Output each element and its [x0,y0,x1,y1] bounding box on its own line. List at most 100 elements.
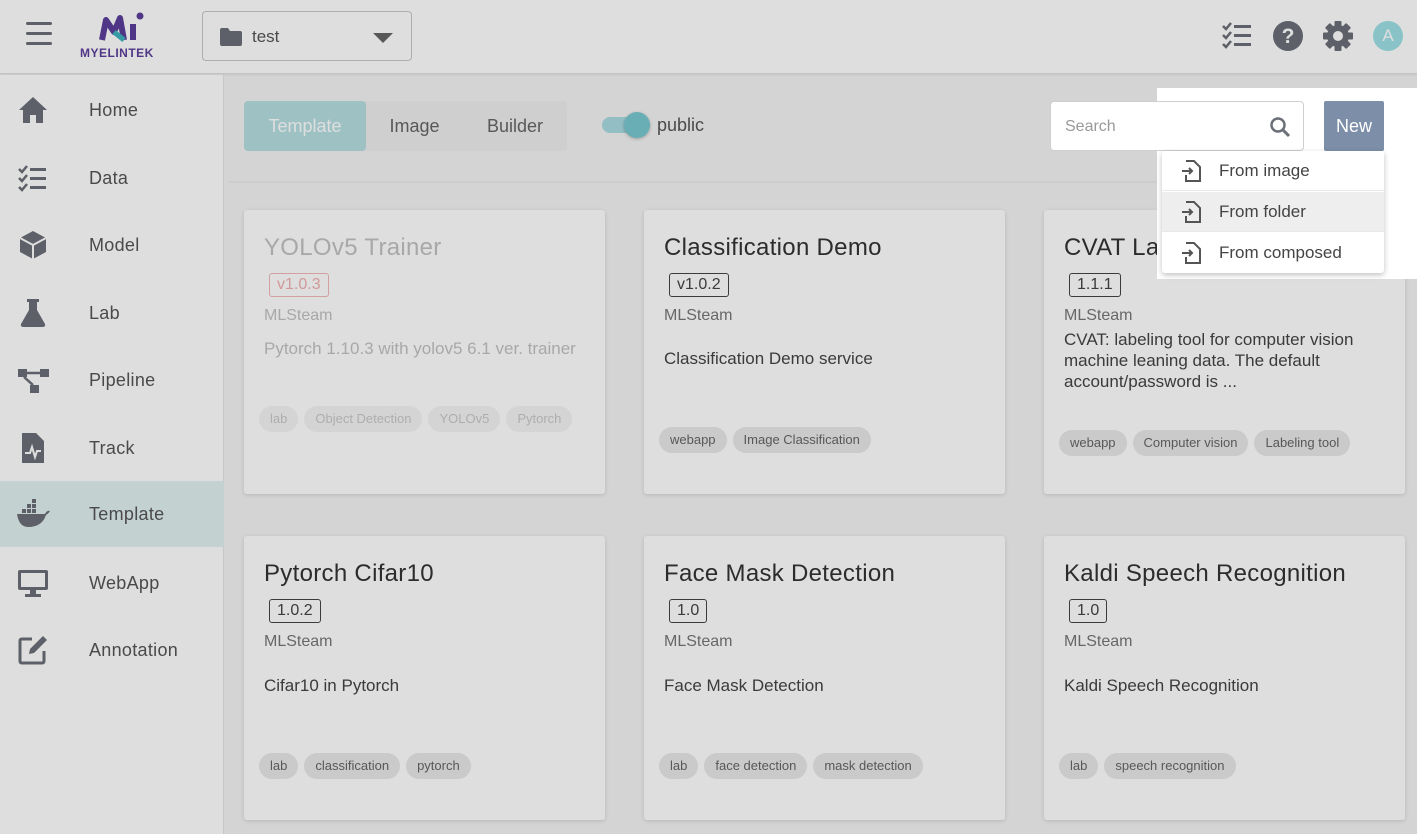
sidebar-item-annotation[interactable]: Annotation [0,617,224,683]
edit-icon [18,636,47,665]
tag[interactable]: face detection [704,753,808,779]
sidebar-item-lab[interactable]: Lab [0,280,224,346]
tag[interactable]: pytorch [406,753,471,779]
tag[interactable]: lab [1059,753,1099,779]
version-badge: v1.0.3 [269,273,329,297]
card-description: Classification Demo service [664,349,873,368]
sidebar-item-template[interactable]: Template [0,481,224,547]
version-badge: 1.0.2 [269,599,321,623]
tag[interactable]: Object Detection [304,406,423,432]
toggle-knob [624,112,650,138]
card-author: MLSteam [264,307,333,324]
sidebar-item-track[interactable]: Track [0,415,224,481]
home-icon [19,97,47,123]
tag[interactable]: lab [659,753,699,779]
pipeline-icon [18,369,49,393]
chevron-down-icon [373,33,393,43]
public-toggle-label: public [657,115,705,135]
logo-mark [99,12,144,42]
sidebar-item-label: Model [89,235,140,255]
tag[interactable]: classification [304,753,401,779]
sidebar-item-label: Home [89,100,139,120]
menu-item-label: From composed [1219,243,1342,262]
tag-list: lab Object Detection YOLOv5 Pytorch [259,406,599,448]
tag[interactable]: lab [259,406,299,432]
sidebar: Home Data Model Lab Pipeline Track Templ… [0,75,224,834]
sidebar-item-label: Template [89,504,165,524]
public-toggle[interactable] [602,112,650,138]
user-avatar[interactable]: A [1373,21,1403,51]
tag[interactable]: speech recognition [1104,753,1236,779]
project-selector[interactable]: test [202,11,412,61]
sidebar-item-model[interactable]: Model [0,212,224,278]
file-import-icon [1182,242,1201,264]
tab-image[interactable]: Image [366,101,463,151]
file-import-icon [1182,160,1201,182]
new-button[interactable]: New [1324,101,1384,151]
new-dropdown-menu: From image From folder From composed [1162,151,1384,273]
template-card[interactable]: Classification Demo v1.0.2 MLSteam Class… [644,210,1005,494]
version-badge: v1.0.2 [669,273,729,297]
file-import-icon [1182,201,1201,223]
folder-icon [220,28,242,46]
template-card[interactable]: YOLOv5 Trainer v1.0.3 MLSteam Pytorch 1.… [244,210,605,494]
myelintek-logo[interactable]: MYELINTEK [80,12,164,62]
card-title: CVAT La [1064,234,1160,261]
top-app-bar: MYELINTEK test ? A [0,0,1417,74]
search-icon[interactable] [1269,116,1291,138]
help-icon[interactable]: ? [1272,20,1304,52]
menu-item-from-image[interactable]: From image [1162,151,1384,191]
svg-text:?: ? [1282,25,1295,48]
tag-list: lab face detection mask detection [659,753,999,795]
sidebar-item-webapp[interactable]: WebApp [0,550,224,616]
sidebar-item-data[interactable]: Data [0,145,224,211]
tag[interactable]: YOLOv5 [428,406,501,432]
monitor-icon [18,570,48,597]
tag-list: webapp Computer vision Labeling tool [1059,430,1399,472]
tag[interactable]: webapp [1059,430,1127,456]
template-card[interactable]: Kaldi Speech Recognition 1.0 MLSteam Kal… [1044,536,1405,820]
template-card[interactable]: Face Mask Detection 1.0 MLSteam Face Mas… [644,536,1005,820]
tag[interactable]: Computer vision [1132,430,1249,456]
menu-item-from-composed[interactable]: From composed [1162,233,1384,273]
menu-icon[interactable] [26,22,52,48]
view-tabs: Template Image Builder [244,101,567,151]
public-toggle-group: public [587,101,732,151]
menu-item-label: From folder [1219,202,1306,221]
menu-item-from-folder[interactable]: From folder [1162,192,1384,232]
card-description: Pytorch 1.10.3 with yolov5 6.1 ver. trai… [264,339,576,358]
tag[interactable]: Labeling tool [1254,430,1351,456]
card-title: YOLOv5 Trainer [264,234,442,261]
sidebar-item-label: WebApp [89,573,160,593]
tab-template[interactable]: Template [244,101,366,151]
card-title: Kaldi Speech Recognition [1064,560,1347,587]
version-badge: 1.1.1 [1069,273,1121,297]
card-author: MLSteam [1064,307,1133,324]
card-author: MLSteam [264,633,333,650]
docker-icon [17,499,50,527]
gear-icon[interactable] [1322,20,1354,52]
tag[interactable]: mask detection [813,753,923,779]
tag[interactable]: Pytorch [506,406,573,432]
tag[interactable]: lab [259,753,299,779]
card-description: Kaldi Speech Recognition [1064,676,1259,695]
checklist-icon [18,165,46,192]
tag[interactable]: Image Classification [732,427,871,453]
version-badge: 1.0 [1069,599,1108,623]
card-author: MLSteam [664,307,733,324]
flask-icon [20,299,46,327]
card-title: Face Mask Detection [664,560,896,587]
search-input[interactable] [1065,116,1265,138]
tag[interactable]: webapp [659,427,727,453]
card-title: Pytorch Cifar10 [264,560,434,587]
tab-builder[interactable]: Builder [463,101,567,151]
task-list-icon[interactable] [1221,20,1253,52]
cube-icon [19,231,47,259]
sidebar-item-label: Annotation [89,640,179,660]
sidebar-item-home[interactable]: Home [0,77,224,143]
sidebar-item-pipeline[interactable]: Pipeline [0,347,224,413]
search-field[interactable] [1050,101,1304,151]
template-card[interactable]: Pytorch Cifar10 1.0.2 MLSteam Cifar10 in… [244,536,605,820]
tag-list: lab classification pytorch [259,753,599,795]
tag-list: lab speech recognition [1059,753,1399,795]
